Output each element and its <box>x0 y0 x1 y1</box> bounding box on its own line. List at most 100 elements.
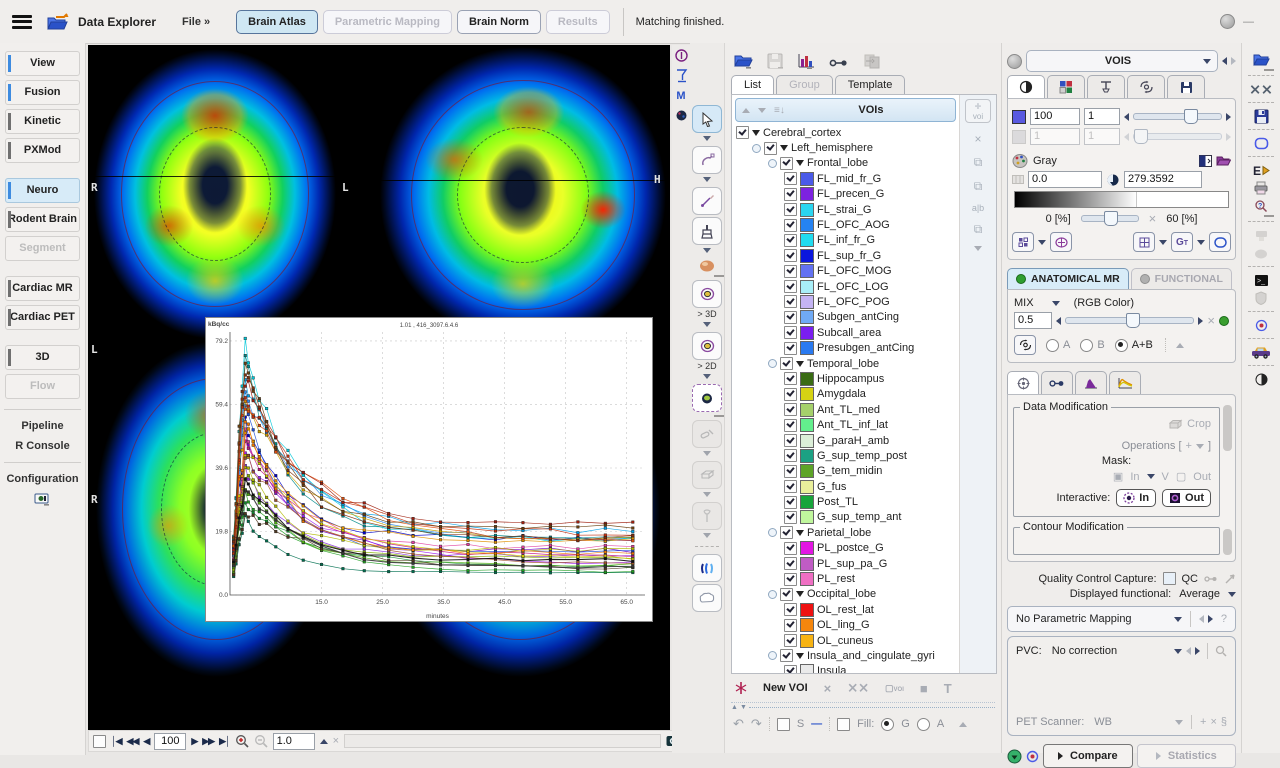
zoom-in-icon[interactable] <box>235 734 249 748</box>
collapse-triangle-icon[interactable] <box>752 130 760 136</box>
mix-slider-left-icon[interactable] <box>1056 317 1061 325</box>
voi-tree-row-amygdala[interactable]: Amygdala <box>734 387 959 402</box>
voi-color-swatch[interactable] <box>800 372 814 386</box>
iso-contour-3d-tool[interactable] <box>692 280 722 308</box>
voi-checkbox[interactable] <box>784 511 797 524</box>
fast-forward-button[interactable]: ▶▶ <box>202 736 214 747</box>
zoom-value-input[interactable]: 1.0 <box>273 733 315 750</box>
voi-checkbox[interactable] <box>784 172 797 185</box>
delete-voi-icon[interactable]: × <box>974 132 981 146</box>
image-viewer[interactable]: R L H L R 15.025.035.045.055.065.079.259… <box>88 45 670 730</box>
voi-checkbox[interactable] <box>784 388 797 401</box>
voi-tree-row-g_fus[interactable]: G_fus <box>734 479 959 494</box>
contrast-icon[interactable] <box>1255 370 1268 388</box>
voi-color-swatch[interactable] <box>800 218 814 232</box>
voi-tree-row-ant_tl_inf_lat[interactable]: Ant_TL_inf_lat <box>734 417 959 432</box>
voi-tree-row-subcall_area[interactable]: Subcall_area <box>734 325 959 340</box>
palette-name[interactable]: Gray <box>1033 155 1057 167</box>
show-a-radio[interactable] <box>1046 339 1059 352</box>
voi-color-swatch[interactable] <box>800 618 814 632</box>
print-icon[interactable] <box>1253 179 1269 197</box>
annotations-button[interactable]: GT <box>1171 232 1193 252</box>
voi-tree-row-g_tem_midin[interactable]: G_tem_midin <box>734 464 959 479</box>
layer1-value2-input[interactable]: 1 <box>1084 108 1120 125</box>
voi-tree-row-left_hemisphere[interactable]: Left_hemisphere <box>734 140 959 155</box>
voi-color-swatch[interactable] <box>800 249 814 263</box>
voi-checkbox[interactable] <box>784 203 797 216</box>
annotations-dropdown-icon[interactable] <box>1197 240 1205 245</box>
info-circle-icon[interactable] <box>675 49 688 62</box>
tab-brain-norm[interactable]: Brain Norm <box>457 10 541 34</box>
collapse-triangle-icon[interactable] <box>796 361 804 367</box>
displayed-functional-value[interactable]: Average <box>1179 588 1220 600</box>
stamp-brush-tool[interactable] <box>692 217 722 245</box>
percent-slider[interactable] <box>1081 215 1139 222</box>
first-frame-button[interactable]: │◀ <box>111 736 122 747</box>
pet-scanner-value[interactable]: WB <box>1094 716 1112 728</box>
parametric-mapping-value[interactable]: No Parametric Mapping <box>1016 613 1170 625</box>
sidebar-item-neuro[interactable]: Neuro <box>5 178 80 203</box>
voi-color-swatch[interactable] <box>800 572 814 586</box>
voi-checkbox[interactable] <box>784 372 797 385</box>
voi-checkbox[interactable] <box>784 311 797 324</box>
voi-checkbox[interactable] <box>736 126 749 139</box>
panel-menu-sphere-icon[interactable] <box>1007 54 1022 69</box>
voi-tree-row-fl_ofc_pog[interactable]: FL_OFC_POG <box>734 294 959 309</box>
tab-brain-atlas[interactable]: Brain Atlas <box>236 10 318 34</box>
delete-icon[interactable]: ⨯⨯ <box>1249 80 1272 98</box>
fill-a-radio[interactable] <box>917 718 930 731</box>
layer1-value1-input[interactable]: 100 <box>1030 108 1080 125</box>
hand-tool-dropdown-icon[interactable] <box>703 177 711 182</box>
show-voi-checkbox[interactable] <box>777 718 790 731</box>
max-value-input[interactable]: 279.3592 <box>1124 171 1202 188</box>
new-voi-label[interactable]: New VOI <box>763 682 808 694</box>
invert-palette-icon[interactable] <box>1199 155 1212 167</box>
show-b-radio[interactable] <box>1080 339 1093 352</box>
configuration-monitor-icon[interactable] <box>34 493 52 507</box>
sidebar-item-rodent-brain[interactable]: Rodent Brain <box>5 207 80 232</box>
gradient-bar[interactable] <box>1014 191 1229 208</box>
target-icon[interactable] <box>1026 750 1039 763</box>
tab-template[interactable]: Template <box>835 75 906 94</box>
record-target-icon[interactable] <box>1255 316 1268 334</box>
voi-checkbox[interactable] <box>784 234 797 247</box>
min-value-input[interactable]: 0.0 <box>1028 171 1102 188</box>
voi-color-swatch[interactable] <box>800 310 814 324</box>
voi-checkbox[interactable] <box>784 542 797 555</box>
tab-list[interactable]: List <box>731 75 774 94</box>
voi-tree-row-fl_ofc_aog[interactable]: FL_OFC_AOG <box>734 217 959 232</box>
terminal-icon[interactable]: >_ <box>1254 271 1269 289</box>
iso-contour-2d-tool[interactable] <box>692 332 722 360</box>
voi-tree-row-fl_precen_g[interactable]: FL_precen_G <box>734 187 959 202</box>
voi-checkbox[interactable] <box>784 449 797 462</box>
side-column-more-icon[interactable] <box>974 246 982 251</box>
interactive-in-button[interactable]: In <box>1116 489 1156 507</box>
voi-tree-row-frontal_lobe[interactable]: Frontal_lobe <box>734 156 959 171</box>
voi-checkbox[interactable] <box>784 295 797 308</box>
voi-color-swatch[interactable] <box>800 434 814 448</box>
voi-color-swatch[interactable] <box>800 203 814 217</box>
sort-up-icon[interactable] <box>742 108 750 113</box>
status-sphere-icon[interactable] <box>1220 14 1235 29</box>
region-growing-tool[interactable] <box>692 384 722 412</box>
accept-sphere-icon[interactable] <box>1007 749 1022 764</box>
voi-tree-row-pl_sup_pa_g[interactable]: PL_sup_pa_G <box>734 556 959 571</box>
voi-tree-row-pl_postce_g[interactable]: PL_postce_G <box>734 541 959 556</box>
apply-palette-icon[interactable] <box>1216 155 1231 167</box>
voi-tree-row-occipital_lobe[interactable]: Occipital_lobe <box>734 587 959 602</box>
pvc-value[interactable]: No correction <box>1052 645 1117 657</box>
show-ab-radio[interactable] <box>1115 339 1128 352</box>
grid-dropdown-icon[interactable] <box>1159 240 1167 245</box>
voi-checkbox[interactable] <box>784 326 797 339</box>
voi-tree-row-ol_ling_g[interactable]: OL_ling_G <box>734 618 959 633</box>
layer1-slider-right-icon[interactable] <box>1226 113 1231 121</box>
pvc-dropdown-icon[interactable] <box>1174 649 1182 654</box>
voi-color-swatch[interactable] <box>800 449 814 463</box>
voi-tree-row-insula[interactable]: Insula <box>734 664 959 673</box>
mix-dropdown-icon[interactable] <box>1052 301 1060 306</box>
collapse-triangle-icon[interactable] <box>796 160 804 166</box>
voi-checkbox[interactable] <box>784 665 797 673</box>
frame-number-input[interactable]: 100 <box>154 733 186 750</box>
brush-tool-dropdown-icon[interactable] <box>703 248 711 253</box>
displayed-functional-dropdown-icon[interactable] <box>1228 592 1236 597</box>
